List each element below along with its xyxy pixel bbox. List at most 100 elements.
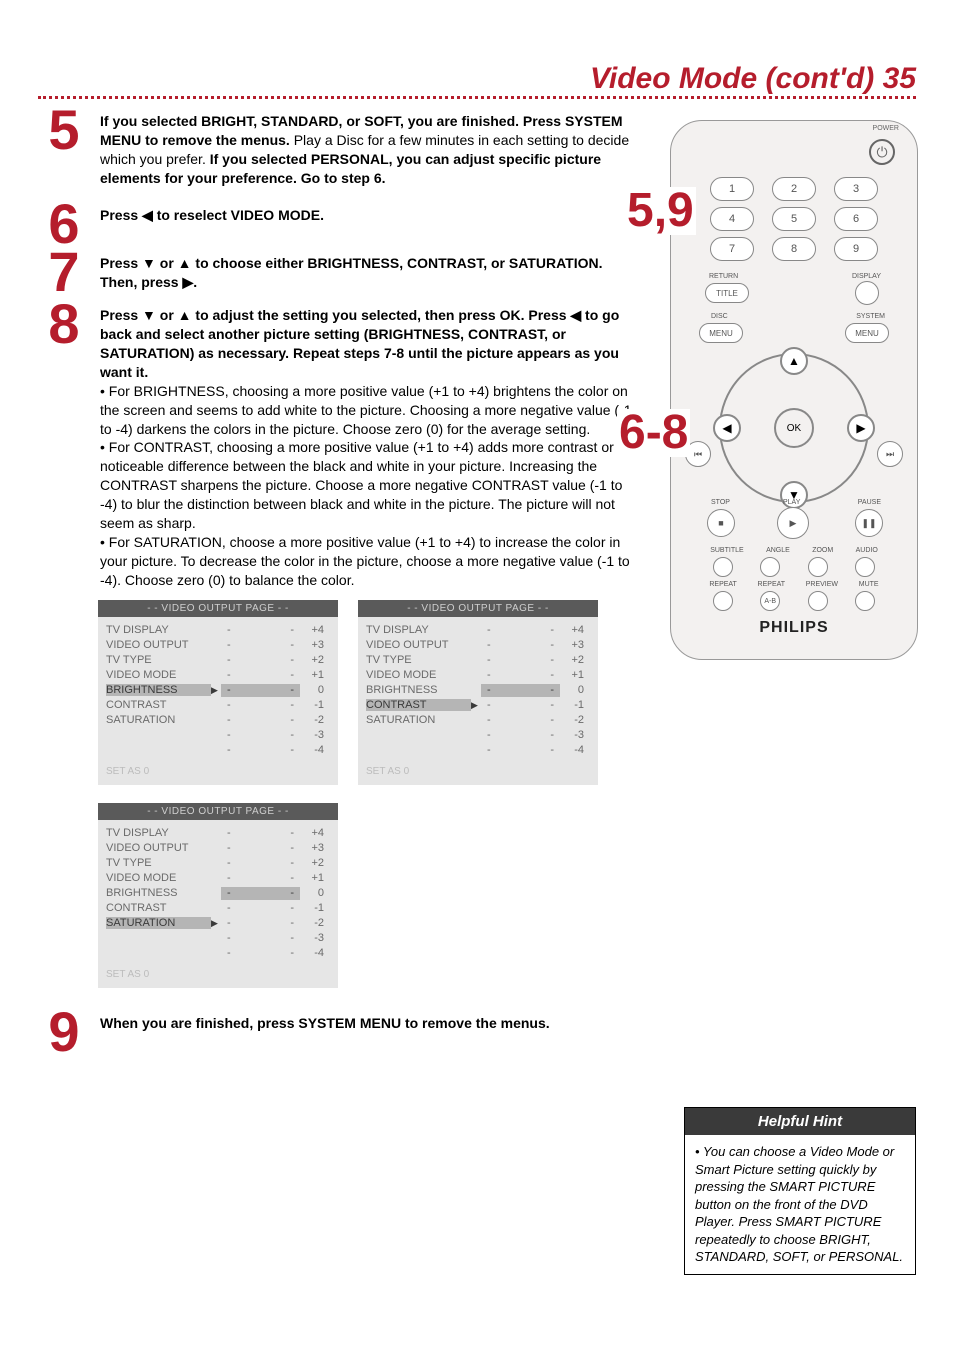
osd-label: BRIGHTNESS [106, 887, 211, 899]
repeat-label: REPEAT [709, 581, 737, 588]
osd-label: TV DISPLAY [106, 827, 211, 839]
osd-value-group: -- [221, 729, 300, 742]
osd-value-group: -- [221, 947, 300, 960]
power-label: POWER [873, 125, 899, 132]
stop-button[interactable]: ■ [707, 509, 735, 537]
osd-row: TV TYPE--+2 [106, 856, 330, 871]
numkey-6[interactable]: 6 [834, 207, 878, 231]
osd-row: BRIGHTNESS--0 [106, 886, 330, 901]
osd-row: ---4 [106, 946, 330, 961]
osd-value-group: -- [221, 932, 300, 945]
numkey-1[interactable]: 1 [710, 177, 754, 201]
dash-icon: - [227, 684, 231, 696]
osd-value-group: -- [221, 827, 300, 840]
title-button[interactable]: TITLE [705, 283, 749, 303]
osd-label: CONTRAST [106, 902, 211, 914]
numkey-4[interactable]: 4 [710, 207, 754, 231]
remote-control: POWER ⏻ 1 2 3 4 5 6 7 8 9 RETURN TITLE D… [670, 120, 918, 660]
osd-row: BRIGHTNESS--0 [366, 683, 590, 698]
osd-row: TV TYPE--+2 [106, 653, 330, 668]
osd-value: -2 [300, 714, 330, 727]
osd-label: VIDEO MODE [366, 669, 471, 681]
dash-icon: - [290, 669, 294, 681]
system-menu-button[interactable]: MENU [845, 323, 889, 343]
repeat-button[interactable] [713, 591, 733, 611]
osd-value: -1 [300, 699, 330, 712]
osd-value: -3 [560, 729, 590, 742]
subtitle-label: SUBTITLE [710, 547, 743, 554]
callout-5-9: 5,9 [625, 187, 696, 235]
step-body: If you selected BRIGHT, STANDARD, or SOF… [100, 112, 638, 188]
osd-row-2: - - VIDEO OUTPUT PAGE - -TV DISPLAY--+4V… [98, 803, 638, 988]
subtitle-button[interactable] [713, 557, 733, 577]
osd-row: SATURATION---2 [106, 713, 330, 728]
dash-icon: - [550, 699, 554, 711]
display-button[interactable] [855, 281, 879, 305]
repeat-ab-button[interactable]: A-B [760, 591, 780, 611]
osd-screen: - - VIDEO OUTPUT PAGE - -TV DISPLAY--+4V… [98, 803, 338, 988]
osd-value: -3 [300, 932, 330, 945]
dpad-up[interactable]: ▲ [780, 347, 808, 375]
step-6: 6 Press ◀ to reselect VIDEO MODE. [38, 206, 638, 225]
dash-icon: - [290, 947, 294, 959]
dash-icon: - [487, 669, 491, 681]
ok-button[interactable]: OK [774, 408, 814, 448]
numkey-2[interactable]: 2 [772, 177, 816, 201]
osd-value: -2 [300, 917, 330, 930]
preview-button[interactable] [808, 591, 828, 611]
dash-icon: - [550, 639, 554, 651]
dpad-right[interactable]: ▶ [847, 414, 875, 442]
numkey-9[interactable]: 9 [834, 237, 878, 261]
dash-icon: - [550, 684, 554, 696]
zoom-button[interactable] [808, 557, 828, 577]
osd-label: TV TYPE [106, 857, 211, 869]
audio-button[interactable] [855, 557, 875, 577]
osd-value: 0 [300, 887, 330, 900]
numkey-7[interactable]: 7 [710, 237, 754, 261]
osd-value-group: -- [221, 842, 300, 855]
step7-text: Press ▼ or ▲ to choose either BRIGHTNESS… [100, 255, 602, 290]
dash-icon: - [487, 699, 491, 711]
dash-icon: - [227, 654, 231, 666]
osd-value: +2 [560, 654, 590, 667]
dash-icon: - [227, 917, 231, 929]
osd-header: - - VIDEO OUTPUT PAGE - - [98, 600, 338, 617]
osd-label: CONTRAST [106, 699, 211, 711]
step-body: When you are finished, press SYSTEM MENU… [100, 1014, 638, 1033]
dash-icon: - [290, 872, 294, 884]
osd-value-group: -- [221, 654, 300, 667]
disc-menu-button[interactable]: MENU [699, 323, 743, 343]
dash-icon: - [290, 684, 294, 696]
osd-label: VIDEO MODE [106, 872, 211, 884]
osd-label: TV DISPLAY [366, 624, 471, 636]
osd-footer: SET AS 0 [98, 965, 338, 986]
next-button[interactable]: ⏭ [877, 441, 903, 467]
osd-value-group: -- [221, 917, 300, 930]
osd-row-1: - - VIDEO OUTPUT PAGE - - TV DISPLAY--+4 V… [98, 600, 638, 785]
osd-label: SATURATION [366, 714, 471, 726]
play-button[interactable]: ▶ [777, 507, 809, 539]
power-button[interactable]: ⏻ [869, 139, 895, 165]
pause-button[interactable]: ❚❚ [855, 509, 883, 537]
angle-button[interactable] [760, 557, 780, 577]
dash-icon: - [290, 932, 294, 944]
step-body: Press ▼ or ▲ to adjust the setting you s… [100, 306, 638, 589]
osd-row: TV DISPLAY--+4 [106, 623, 330, 638]
dash-icon: - [227, 827, 231, 839]
step8-p2: • For CONTRAST, choosing a more positive… [100, 439, 622, 531]
dash-icon: - [227, 842, 231, 854]
step-body: Press ▼ or ▲ to choose either BRIGHTNESS… [100, 254, 638, 292]
dash-icon: - [290, 729, 294, 741]
caret-icon: ▶ [471, 700, 481, 711]
return-label: RETURN [709, 273, 738, 280]
osd-header: - - VIDEO OUTPUT PAGE - - [358, 600, 598, 617]
dpad-left[interactable]: ◀ [713, 414, 741, 442]
numkey-5[interactable]: 5 [772, 207, 816, 231]
osd-footer: SET AS 0 [98, 762, 338, 783]
dpad: ▲ ▼ ◀ ▶ OK [719, 353, 869, 503]
header-rule [38, 96, 916, 99]
mute-button[interactable] [855, 591, 875, 611]
osd-value-group: -- [221, 684, 300, 697]
numkey-3[interactable]: 3 [834, 177, 878, 201]
numkey-8[interactable]: 8 [772, 237, 816, 261]
